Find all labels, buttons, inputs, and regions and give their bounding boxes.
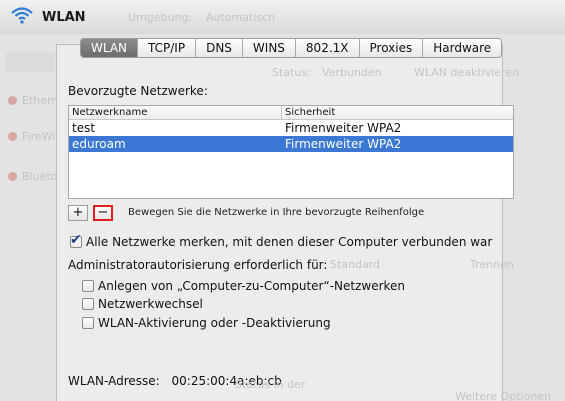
- add-network-button[interactable]: +: [68, 205, 88, 221]
- network-change-checkbox[interactable]: [82, 298, 94, 310]
- status-label: Status:: [272, 66, 311, 79]
- network-security: Firmenweiter WPA2: [285, 121, 402, 135]
- preferred-networks-table[interactable]: Netzwerkname Sicherheit test Firmenweite…: [68, 105, 514, 199]
- tab-tcpip[interactable]: TCP/IP: [138, 39, 197, 57]
- sidebar-status-dot: [8, 172, 17, 181]
- sidebar-status-dot: [8, 96, 17, 105]
- table-row[interactable]: eduroam Firmenweiter WPA2: [69, 136, 513, 152]
- sidebar-selected-ghost: [5, 52, 55, 72]
- tab-hardware[interactable]: Hardware: [423, 39, 501, 57]
- further-options-ghost: Weitere Optionen: [455, 390, 552, 401]
- tab-wlan[interactable]: WLAN: [81, 39, 139, 57]
- network-name: eduroam: [72, 137, 126, 151]
- remove-network-button[interactable]: −: [93, 205, 113, 221]
- network-name: test: [72, 121, 96, 135]
- disable-wlan-ghost: WLAN deaktivieren: [414, 66, 520, 79]
- remember-networks-checkbox[interactable]: ✔: [70, 232, 82, 248]
- tab-proxies[interactable]: Proxies: [360, 39, 424, 57]
- show-menu-ghost: Status in der: [235, 378, 306, 391]
- location-label: Umgebung:: [128, 11, 193, 24]
- status-value: Verbunden: [322, 66, 382, 79]
- wifi-icon: [11, 7, 33, 24]
- preferred-networks-label: Bevorzugte Netzwerke:: [68, 84, 208, 98]
- column-header-name[interactable]: Netzwerkname: [69, 106, 282, 119]
- separate-ghost: Trennen: [470, 258, 514, 271]
- wlan-toggle-checkbox[interactable]: [82, 317, 94, 329]
- table-header: Netzwerkname Sicherheit: [69, 106, 513, 120]
- sidebar-status-dot: [8, 132, 17, 141]
- checkmark-icon: ✔: [70, 232, 82, 248]
- tab-wins[interactable]: WINS: [243, 39, 296, 57]
- wlan-toggle-label: WLAN-Aktivierung oder -Deaktivierung: [98, 316, 331, 330]
- location-value: Automatisch: [206, 11, 276, 24]
- computer-to-computer-checkbox[interactable]: [82, 280, 94, 292]
- network-change-label: Netzwerkwechsel: [98, 297, 203, 311]
- reorder-hint: Bewegen Sie die Netzwerke in Ihre bevorz…: [128, 207, 425, 218]
- tab-bar: WLAN TCP/IP DNS WINS 802.1X Proxies Hard…: [80, 38, 503, 58]
- remember-networks-label: Alle Netzwerke merken, mit denen dieser …: [86, 235, 493, 249]
- column-header-security[interactable]: Sicherheit: [282, 106, 335, 119]
- standard-text: Standard: [330, 258, 381, 271]
- computer-to-computer-label: Anlegen von „Computer-zu-Computer“-Netzw…: [98, 279, 406, 293]
- tab-8021x[interactable]: 802.1X: [296, 39, 360, 57]
- table-row[interactable]: test Firmenweiter WPA2: [69, 120, 513, 136]
- title-bar: WLAN: [0, 0, 565, 34]
- wlan-address-label: WLAN-Adresse:: [68, 374, 160, 388]
- tab-dns[interactable]: DNS: [196, 39, 243, 57]
- admin-auth-label: Administratorautorisierung erforderlich …: [68, 258, 328, 272]
- window-title: WLAN: [42, 10, 86, 25]
- network-security: Firmenweiter WPA2: [285, 137, 402, 151]
